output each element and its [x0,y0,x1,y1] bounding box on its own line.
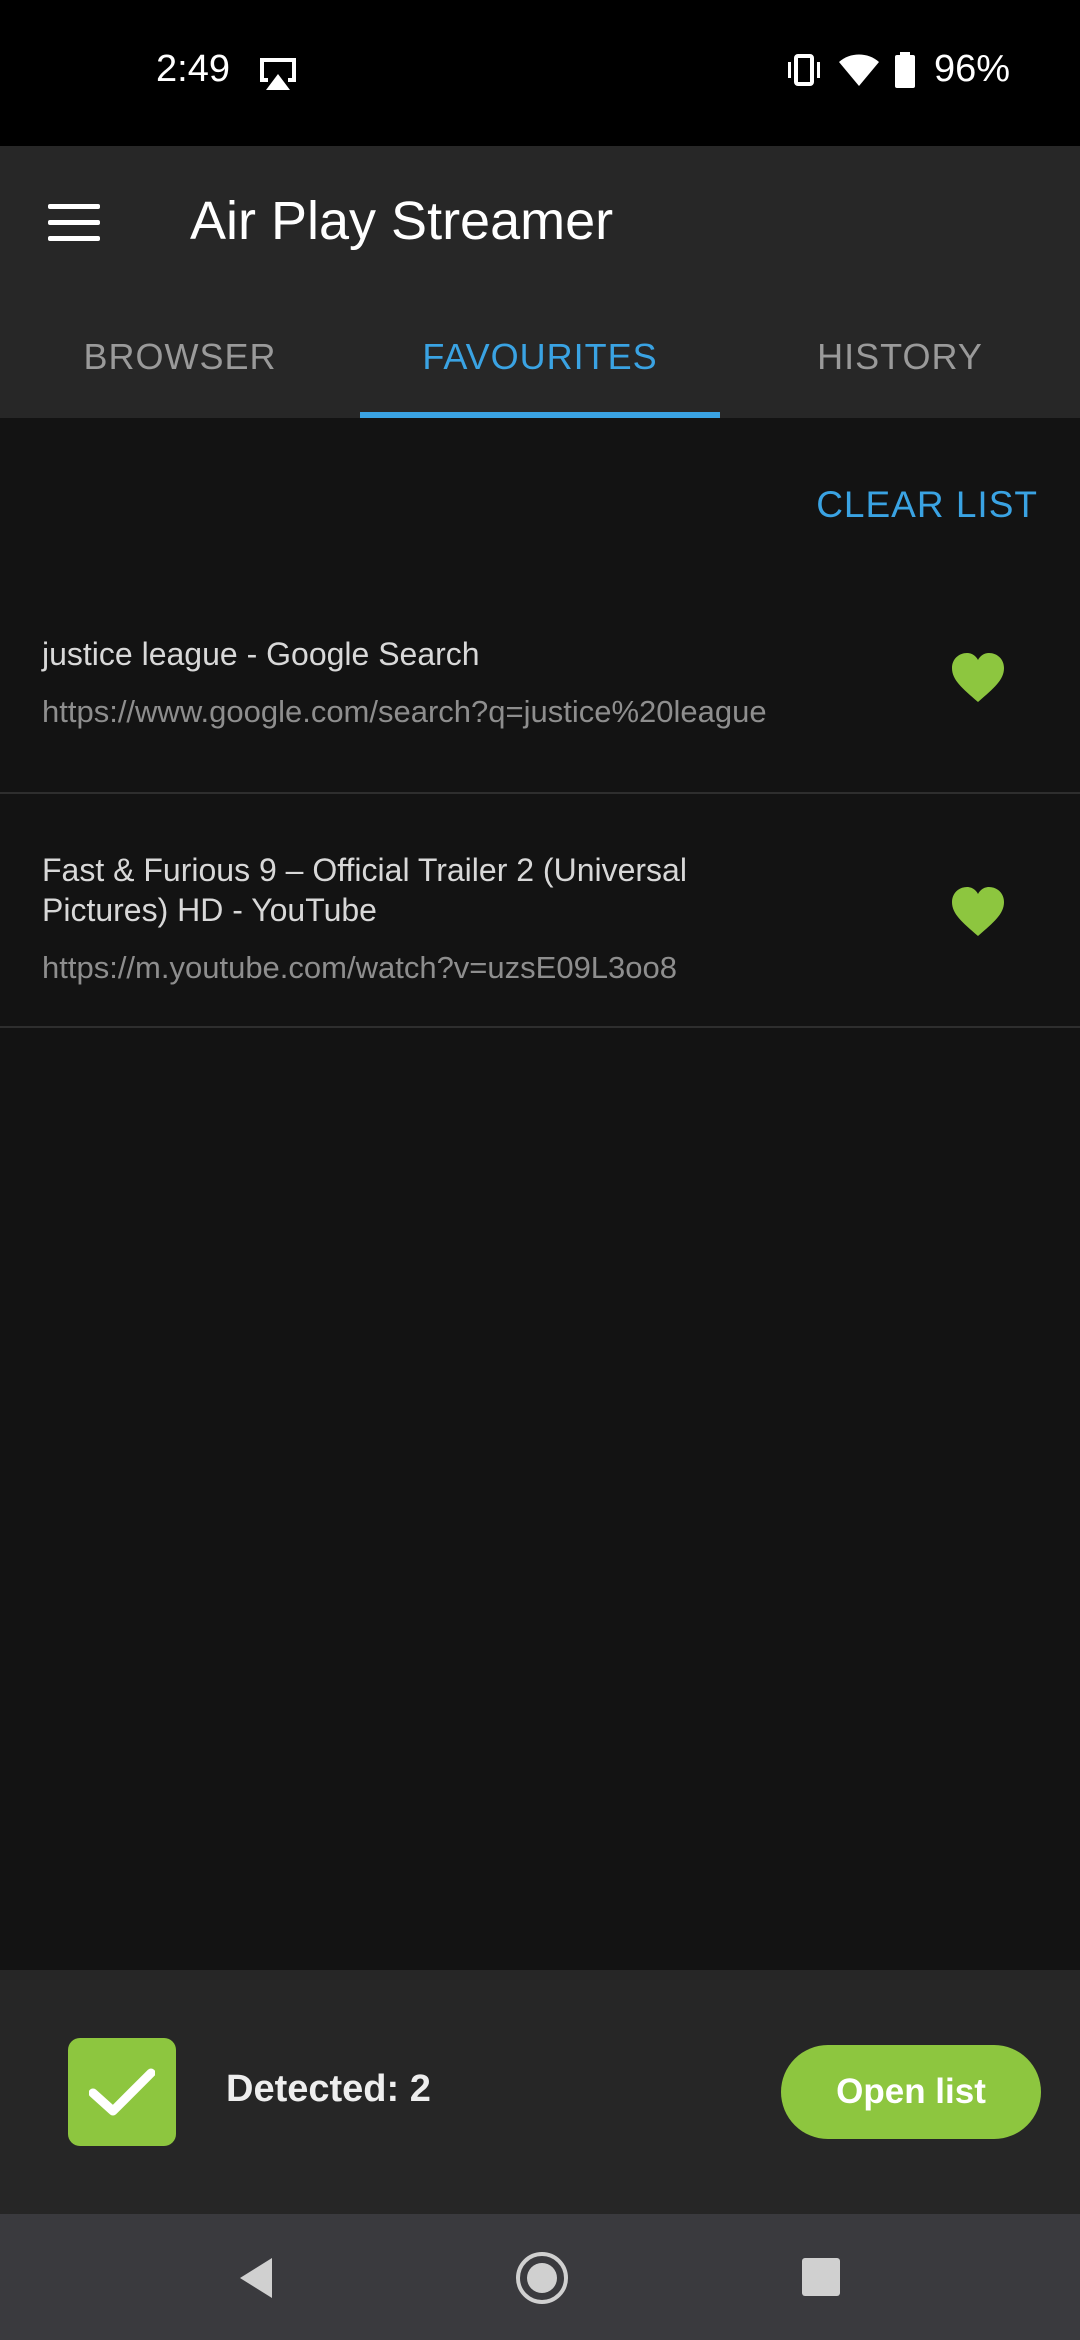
item-title: Fast & Furious 9 – Official Trailer 2 (U… [42,852,687,928]
detected-count: Detected: 2 [226,2068,431,2110]
back-icon[interactable] [236,2256,276,2300]
status-bar: 2:49 96% [0,0,1080,146]
item-url: https://m.youtube.com/watch?v=uzsE09L3oo… [42,950,678,985]
list-item[interactable]: Fast & Furious 9 – Official Trailer 2 (U… [0,794,1080,1028]
list-item[interactable]: justice league - Google Search https://w… [0,570,1080,794]
battery-percent: 96% [933,48,1010,90]
favourites-list: justice league - Google Search https://w… [0,570,1080,1028]
status-icons: 96% [784,48,1010,91]
heart-icon[interactable] [950,652,1006,704]
item-url: https://www.google.com/search?q=justice%… [42,694,767,729]
wifi-icon [838,54,879,86]
tab-favourites[interactable]: FAVOURITES [360,296,720,418]
heart-icon[interactable] [950,886,1006,938]
hamburger-icon [48,203,100,209]
tab-bar: BROWSER FAVOURITES HISTORY [0,296,1080,418]
status-time: 2:49 [156,48,230,90]
page-title: Air Play Streamer [190,191,614,251]
open-list-button[interactable]: Open list [781,2045,1041,2139]
vibrate-icon [787,53,820,86]
battery-icon [894,51,915,88]
menu-button[interactable] [38,186,110,258]
recents-icon[interactable] [802,2258,840,2296]
tab-browser[interactable]: BROWSER [0,296,360,418]
clear-list-button[interactable]: CLEAR LIST [816,484,1038,526]
tab-history[interactable]: HISTORY [720,296,1080,418]
home-icon[interactable] [516,2252,568,2304]
item-title: justice league - Google Search [42,636,480,672]
detected-check-badge [68,2038,176,2146]
cast-icon [260,58,296,90]
checkmark-icon [89,2068,155,2116]
